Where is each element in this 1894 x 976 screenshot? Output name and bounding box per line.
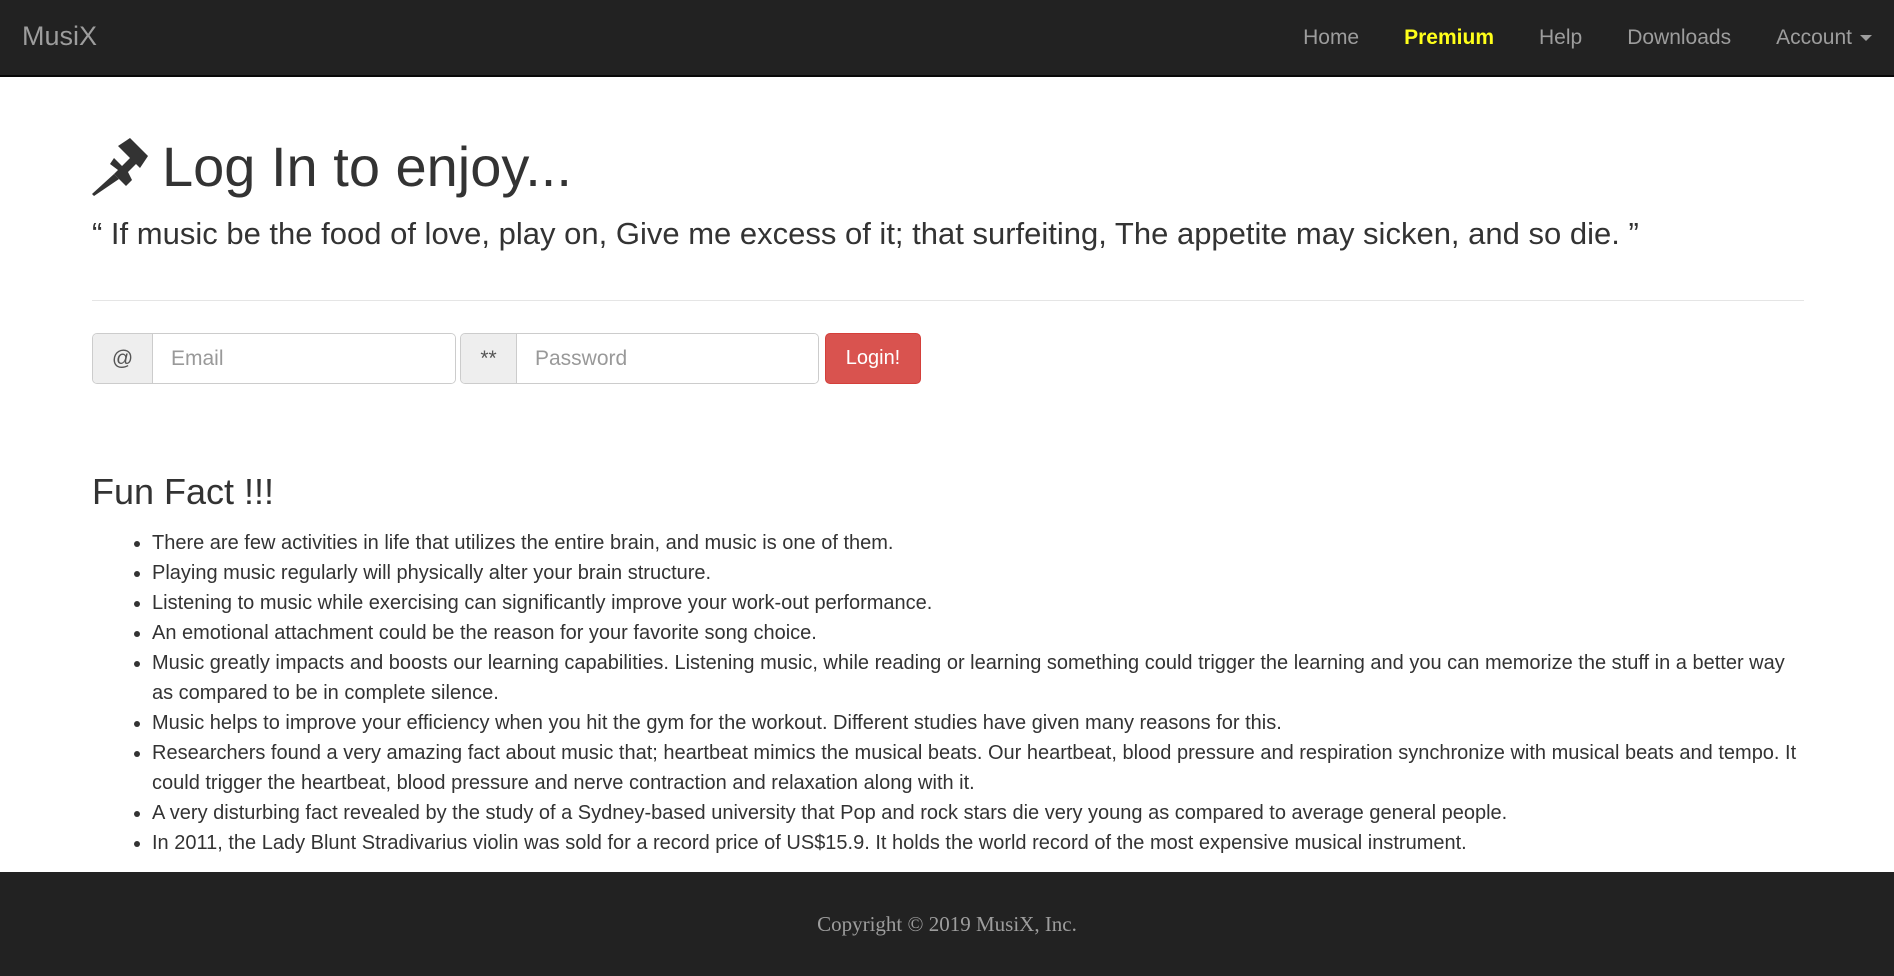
nav-links: Home Premium Help Downloads Account — [1258, 0, 1872, 75]
password-addon: ** — [461, 334, 517, 383]
login-button[interactable]: Login! — [825, 333, 921, 384]
pushpin-icon — [92, 137, 148, 196]
fun-fact-list: There are few activities in life that ut… — [152, 528, 1807, 858]
caret-down-icon — [1860, 34, 1872, 41]
email-field[interactable] — [153, 334, 455, 383]
brand-logo[interactable]: MusiX — [22, 21, 97, 52]
list-item: Music greatly impacts and boosts our lea… — [152, 648, 1807, 708]
list-item: Playing music regularly will physically … — [152, 558, 1807, 588]
list-item: There are few activities in life that ut… — [152, 528, 1807, 558]
email-input-group: @ — [92, 333, 456, 384]
password-field[interactable] — [517, 334, 818, 383]
list-item: Researchers found a very amazing fact ab… — [152, 738, 1807, 798]
list-item: Music helps to improve your efficiency w… — [152, 708, 1807, 738]
copyright-text: Copyright © 2019 MusiX, Inc. — [817, 911, 1077, 936]
footer: Copyright © 2019 MusiX, Inc. — [0, 872, 1894, 976]
page-title: Log In to enjoy... — [92, 134, 572, 199]
nav-downloads-link[interactable]: Downloads — [1627, 26, 1731, 50]
page-title-text: Log In to enjoy... — [162, 135, 572, 198]
nav-account-dropdown[interactable]: Account — [1776, 26, 1872, 50]
top-navbar: MusiX Home Premium Help Downloads Accoun… — [0, 0, 1894, 77]
list-item: In 2011, the Lady Blunt Stradivarius vio… — [152, 828, 1807, 858]
nav-account-label: Account — [1776, 25, 1852, 49]
fun-fact-heading: Fun Fact !!! — [92, 471, 275, 512]
email-addon: @ — [93, 334, 153, 383]
list-item: A very disturbing fact revealed by the s… — [152, 798, 1807, 828]
nav-home-link[interactable]: Home — [1303, 26, 1359, 50]
nav-help-link[interactable]: Help — [1539, 26, 1582, 50]
divider — [92, 300, 1804, 301]
password-input-group: ** — [460, 333, 819, 384]
hero-quote: “ If music be the food of love, play on,… — [92, 216, 1639, 251]
list-item: Listening to music while exercising can … — [152, 588, 1807, 618]
list-item: An emotional attachment could be the rea… — [152, 618, 1807, 648]
nav-premium-link[interactable]: Premium — [1404, 26, 1494, 50]
